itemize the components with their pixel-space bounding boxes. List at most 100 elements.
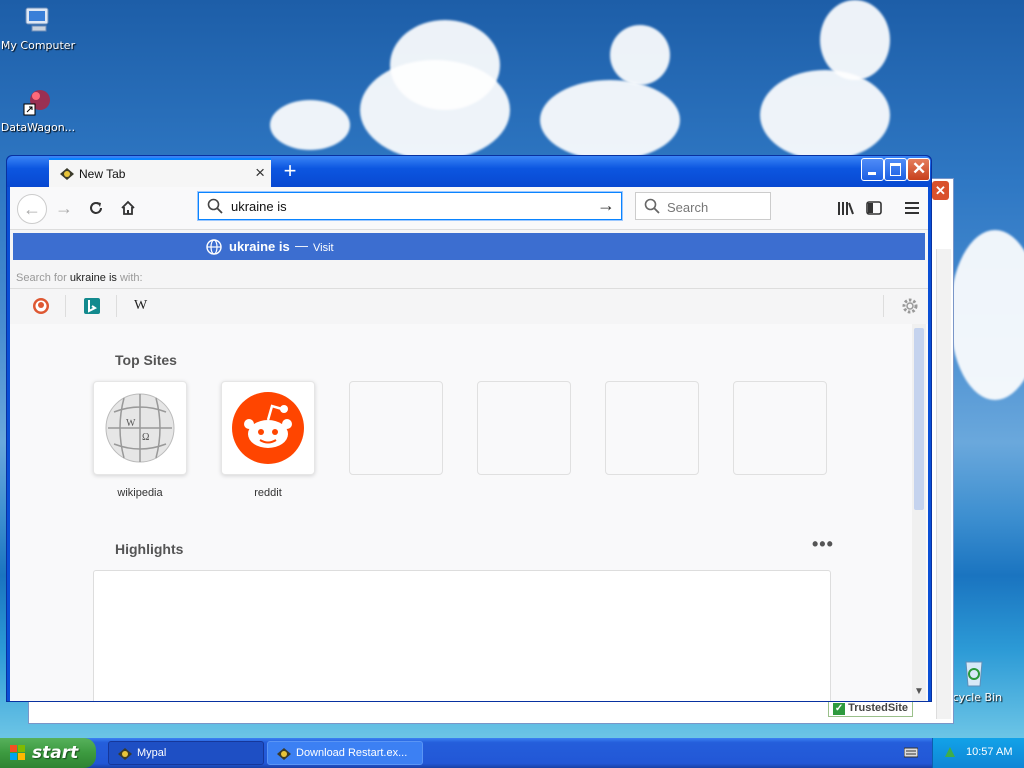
search-placeholder: Search — [667, 200, 709, 215]
suggestion-text: ukraine is — [229, 239, 290, 254]
reddit-alien-icon — [232, 392, 304, 464]
suggestion-separator: — — [295, 238, 308, 253]
taskbar: start Mypal Download Restart.ex... 10:57… — [0, 738, 1024, 768]
library-icon — [838, 202, 854, 215]
url-suggestions-panel: ukraine is — Visit Search for ukraine is… — [10, 230, 928, 325]
search-for-suffix: with: — [119, 272, 143, 284]
windows-flag-icon — [10, 745, 25, 760]
mypal-favicon-icon — [59, 167, 75, 181]
system-tray: 10:57 AM — [932, 738, 1024, 768]
sidebar-button[interactable] — [860, 194, 888, 222]
maximize-button[interactable] — [884, 158, 907, 181]
check-icon: ✓ — [833, 703, 846, 715]
taskbar-item-download[interactable]: Download Restart.ex... — [267, 741, 423, 765]
highlights-title: Highlights — [115, 541, 184, 557]
menu-button[interactable] — [898, 194, 926, 222]
top-sites-title: Top Sites — [115, 352, 177, 368]
content-scrollbar[interactable]: ▼ — [912, 324, 926, 701]
hamburger-menu-icon — [905, 202, 919, 214]
taskbar-item-mypal[interactable]: Mypal — [108, 741, 264, 765]
cloud — [820, 0, 890, 80]
top-site-empty-slot[interactable] — [733, 381, 827, 475]
globe-icon — [206, 239, 222, 255]
datawagon-desktop-icon[interactable]: DataWagon... — [0, 86, 76, 134]
wikipedia-w-icon: W — [134, 298, 148, 313]
duckduckgo-engine-button[interactable] — [32, 297, 50, 315]
navigation-toolbar: ← → ukraine is → Search — [10, 187, 928, 230]
desktop-icon-label: My Computer — [0, 39, 76, 52]
engine-separator — [116, 295, 117, 317]
minimize-button[interactable] — [861, 158, 884, 181]
start-label: start — [32, 743, 79, 763]
address-bar-value: ukraine is — [231, 199, 287, 214]
search-icon — [207, 198, 223, 214]
start-button[interactable]: start — [0, 738, 96, 768]
address-bar[interactable]: ukraine is → — [198, 192, 622, 220]
top-site-label: wikipedia — [117, 487, 163, 499]
keyboard-icon[interactable] — [904, 746, 918, 758]
cloud — [950, 230, 1024, 400]
highlights-panel — [93, 570, 831, 701]
engine-separator — [883, 295, 884, 317]
reload-icon — [90, 202, 102, 214]
tab-title: New Tab — [79, 167, 126, 181]
scroll-down-icon[interactable]: ▼ — [914, 686, 924, 697]
suggestion-visit-row[interactable]: ukraine is — Visit — [13, 233, 925, 260]
svg-text:Ω: Ω — [142, 432, 149, 443]
home-icon — [121, 200, 135, 215]
clock[interactable]: 10:57 AM — [966, 746, 1012, 758]
datawagon-shortcut-icon — [22, 86, 54, 118]
library-button[interactable] — [832, 194, 860, 222]
mypal-app-icon — [277, 748, 291, 760]
search-input[interactable]: Search — [635, 192, 771, 220]
search-for-query: ukraine is — [69, 272, 117, 284]
gear-icon — [902, 298, 918, 314]
search-for-label: Search for ukraine is with: — [16, 272, 143, 284]
highlights-more-button[interactable]: ••• — [812, 534, 834, 555]
cloud — [610, 25, 670, 85]
desktop-icon-label: DataWagon... — [0, 121, 76, 134]
top-site-empty-slot[interactable] — [349, 381, 443, 475]
svg-text:W: W — [126, 418, 136, 429]
engine-separator — [65, 295, 66, 317]
close-button[interactable]: ✕ — [907, 158, 930, 181]
search-settings-button[interactable] — [901, 297, 919, 315]
wikipedia-globe-icon: W Ω — [105, 393, 175, 463]
tab-close-icon[interactable]: × — [255, 163, 265, 183]
reload-button[interactable] — [82, 194, 110, 222]
cloud — [760, 70, 890, 160]
top-site-wikipedia[interactable]: W Ω — [93, 381, 187, 475]
bing-icon — [84, 298, 100, 314]
scrollbar-thumb[interactable] — [914, 328, 924, 510]
tray-icon[interactable] — [943, 745, 957, 759]
cloud — [540, 80, 680, 160]
top-site-empty-slot[interactable] — [477, 381, 571, 475]
forward-button[interactable]: → — [50, 194, 78, 222]
trustedsite-label: TrustedSite — [848, 702, 908, 714]
search-for-prefix: Search for — [16, 272, 67, 284]
cloud — [270, 100, 350, 150]
wikipedia-engine-button[interactable]: W — [134, 297, 152, 315]
new-tab-page: Top Sites W Ω wikipedia reddit Highlight… — [10, 324, 928, 701]
back-button[interactable]: ← — [17, 194, 47, 224]
title-bar[interactable]: New Tab × + ✕ — [7, 156, 931, 187]
duckduckgo-icon — [33, 298, 49, 314]
sidebar-icon — [866, 201, 882, 215]
top-site-empty-slot[interactable] — [605, 381, 699, 475]
go-arrow-icon[interactable]: → — [597, 195, 615, 216]
taskbar-item-label: Download Restart.ex... — [296, 747, 408, 759]
home-button[interactable] — [114, 194, 142, 222]
background-scrollbar[interactable] — [936, 249, 951, 719]
recycle-bin-icon — [958, 656, 990, 688]
my-computer-desktop-icon[interactable]: My Computer — [0, 4, 76, 52]
search-icon — [644, 198, 660, 214]
taskbar-item-label: Mypal — [137, 747, 167, 759]
top-site-reddit[interactable] — [221, 381, 315, 475]
tab-new-tab[interactable]: New Tab × — [49, 158, 271, 187]
new-tab-button[interactable]: + — [279, 159, 301, 183]
trustedsite-badge[interactable]: ✓ TrustedSite — [828, 700, 913, 717]
browser-window: New Tab × + ✕ ← → ukraine is → Search uk… — [6, 155, 932, 702]
bing-engine-button[interactable] — [83, 297, 101, 315]
computer-icon — [22, 4, 54, 36]
background-close-button[interactable]: ✕ — [932, 181, 949, 200]
